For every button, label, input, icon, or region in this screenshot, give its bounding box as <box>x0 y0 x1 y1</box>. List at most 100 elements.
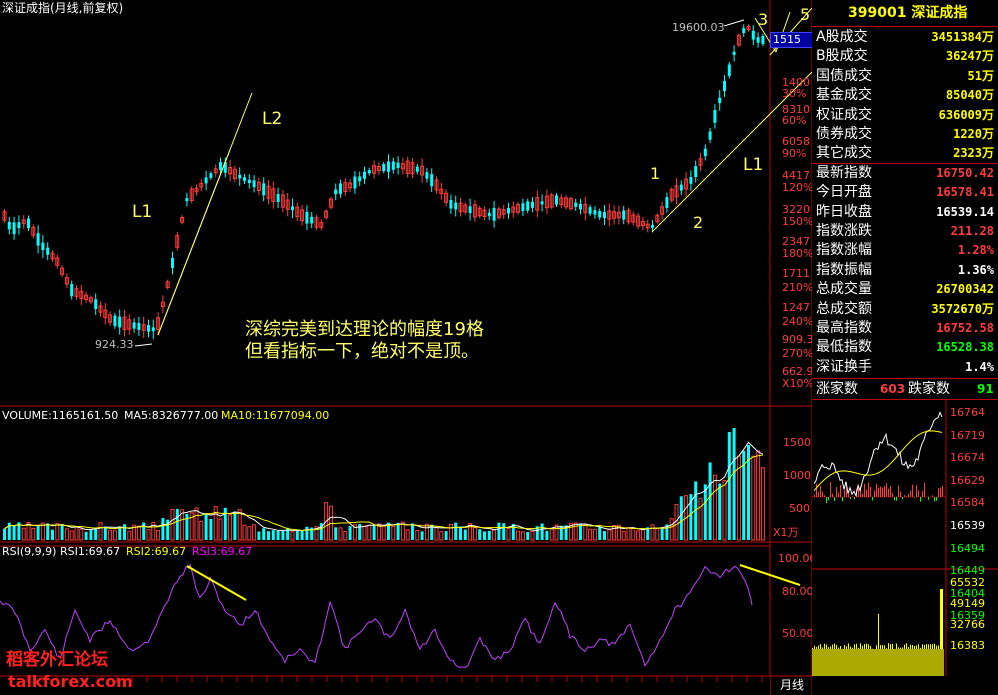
price-axis-label: 180% <box>782 247 814 260</box>
quote-label: 指数振幅 <box>816 261 872 278</box>
quote-label: 最高指数 <box>816 320 872 336</box>
rsi-header-label: RSI(9,9,9) <box>2 545 57 558</box>
rsi-header-rsi1: RSI1:69.67 <box>60 545 121 558</box>
quote-row: 其它成交 2323万 <box>812 144 998 163</box>
low-price-label: 924.33 <box>95 338 134 351</box>
price-axis-label: 150% <box>782 215 814 228</box>
price-axis-label: 30% <box>782 87 807 100</box>
chart-title: 深证成指(月线,前复权) <box>2 1 124 15</box>
comment-line2: 但看指标一下，绝对不是顶。 <box>245 341 479 362</box>
quote-label: 债券成交 <box>816 126 872 142</box>
price-axis-label: 1711 <box>782 267 810 280</box>
quote-value: 26700342 <box>936 282 994 297</box>
annotation-L1-left: L1 <box>132 202 153 222</box>
rsi-header-rsi3: RSI3:69.67 <box>192 545 253 558</box>
quote-value: 1220万 <box>953 127 994 141</box>
mini-price-axis-label: 16494 <box>950 541 985 555</box>
annotation-L1-right: L1 <box>743 155 764 175</box>
quote-value: 1.36% <box>957 262 994 277</box>
price-axis-label: 1247 <box>782 301 810 314</box>
quote-row: 指数涨跌 211.28 <box>812 222 998 241</box>
mini-vol-axis-label: 16383 <box>950 639 985 652</box>
volume-ma5-line <box>4 441 764 532</box>
comment-line1: 深综完美到达理论的幅度19格 <box>245 319 484 340</box>
quote-row: 最高指数 16752.58 <box>812 319 998 338</box>
quote-value: 16752.58 <box>936 321 994 335</box>
rsi-header-rsi2: RSI2:69.67 <box>126 545 187 558</box>
quote-value: 2323万 <box>953 146 994 161</box>
quote-row: 权证成交 636009万 <box>812 106 998 125</box>
quote-label: 总成交额 <box>816 300 872 317</box>
quote-row: 总成交量 26700342 <box>812 280 998 299</box>
mini-price-axis-label: 16629 <box>950 473 985 487</box>
volume-axis-500: 500 <box>789 502 810 515</box>
quote-value: 211.28 <box>950 224 994 238</box>
quote-label: 国债成交 <box>816 67 872 84</box>
volume-ma10-line <box>4 454 763 531</box>
annotation-wave2: 2 <box>693 213 704 232</box>
quote-label: 昨日收盘 <box>816 203 872 220</box>
quote-label: 指数涨幅 <box>816 242 872 259</box>
quote-row: 总成交额 3572670万 <box>812 300 998 319</box>
mini-price-axis-label: 16719 <box>950 428 985 442</box>
breadth-row: 涨家数 603 跌家数 91 <box>812 378 998 400</box>
quote-label: 今日开盘 <box>816 184 872 201</box>
quote-row: 债券成交 1220万 <box>812 125 998 144</box>
quote-row: 昨日收盘 16539.14 <box>812 203 998 222</box>
volume-header-ma10: MA10:11677094.00 <box>221 409 330 422</box>
mini-vol-axis-label: 65532 <box>950 576 985 589</box>
quote-value: 51万 <box>967 68 994 83</box>
quote-value: 16528.38 <box>936 340 994 355</box>
price-axis-label: 210% <box>782 281 814 294</box>
quote-value: 16750.42 <box>936 165 994 180</box>
quote-label: B股成交 <box>816 48 868 65</box>
info-panel: 399001 深证成指 A股成交 3451384万 B股成交 36247万国债成交 51… <box>812 0 998 695</box>
quote-value: 36247万 <box>945 49 994 64</box>
rsi-axis-100: 100.00 <box>778 552 817 565</box>
quote-row: A股成交 3451384万 <box>812 28 998 47</box>
price-axis-label: 120% <box>782 181 814 194</box>
quote-value: 1.28% <box>957 243 994 258</box>
volume-header-value: VOLUME:1165161.50 <box>2 409 119 422</box>
quote-label: 基金成交 <box>816 87 872 104</box>
quote-row: B股成交 36247万 <box>812 47 998 66</box>
panel-header: 399001 深证成指 <box>812 0 998 27</box>
volume-header-ma5: MA5:8326777.00 <box>124 409 219 422</box>
quote-row: 最低指数 16528.38 <box>812 338 998 357</box>
period-selector[interactable]: 月线 <box>770 676 813 695</box>
quote-label: 指数涨跌 <box>816 223 872 239</box>
mini-price-axis-label: 16584 <box>950 496 985 510</box>
mini-price-axis-label: 16539 <box>950 519 985 532</box>
mini-price-axis-label: 16764 <box>950 406 985 419</box>
price-axis-label: 90% <box>782 147 807 160</box>
quote-value: 1.4% <box>965 359 994 374</box>
fall-value: 91 <box>977 382 994 396</box>
mini-price-axis-label: 16674 <box>950 451 985 465</box>
quote-value: 3572670万 <box>931 301 994 316</box>
price-axis-label: 240% <box>782 315 814 328</box>
quote-row: 深证换手 1.4% <box>812 358 998 377</box>
price-axis-label: X10% <box>782 377 814 390</box>
quote-row: 今日开盘 16578.41 <box>812 183 998 202</box>
volume-unit: X1万 <box>773 526 799 539</box>
annotation-L2: L2 <box>262 109 283 129</box>
watermark-top: 稻客外汇论坛 <box>6 650 108 670</box>
quote-label: 其它成交 <box>816 145 872 162</box>
quote-label: A股成交 <box>816 29 868 45</box>
rsi-axis-80: 80.00 <box>782 585 814 598</box>
volume-axis-1000: 1000 <box>783 469 811 482</box>
price-axis-label: 270% <box>782 347 814 360</box>
price-axis-label: 909.3 <box>782 333 814 346</box>
quote-label: 深证换手 <box>816 358 872 375</box>
high-price-label: 19600.03 <box>672 21 725 34</box>
annotation-wave1: 1 <box>650 164 661 183</box>
quote-value: 3451384万 <box>931 30 994 44</box>
watermark-bottom: talkforex.com <box>8 672 133 691</box>
quote-value: 636009万 <box>938 107 994 122</box>
quote-value: 85040万 <box>945 88 994 103</box>
quote-row: 最新指数 16750.42 <box>812 164 998 183</box>
volume-axis-1500: 1500 <box>783 436 811 449</box>
watermark-logo: 稻客外汇论坛 talkforex.com <box>0 650 133 695</box>
quote-row: 指数振幅 1.36% <box>812 261 998 280</box>
quote-label: 最新指数 <box>816 164 872 181</box>
